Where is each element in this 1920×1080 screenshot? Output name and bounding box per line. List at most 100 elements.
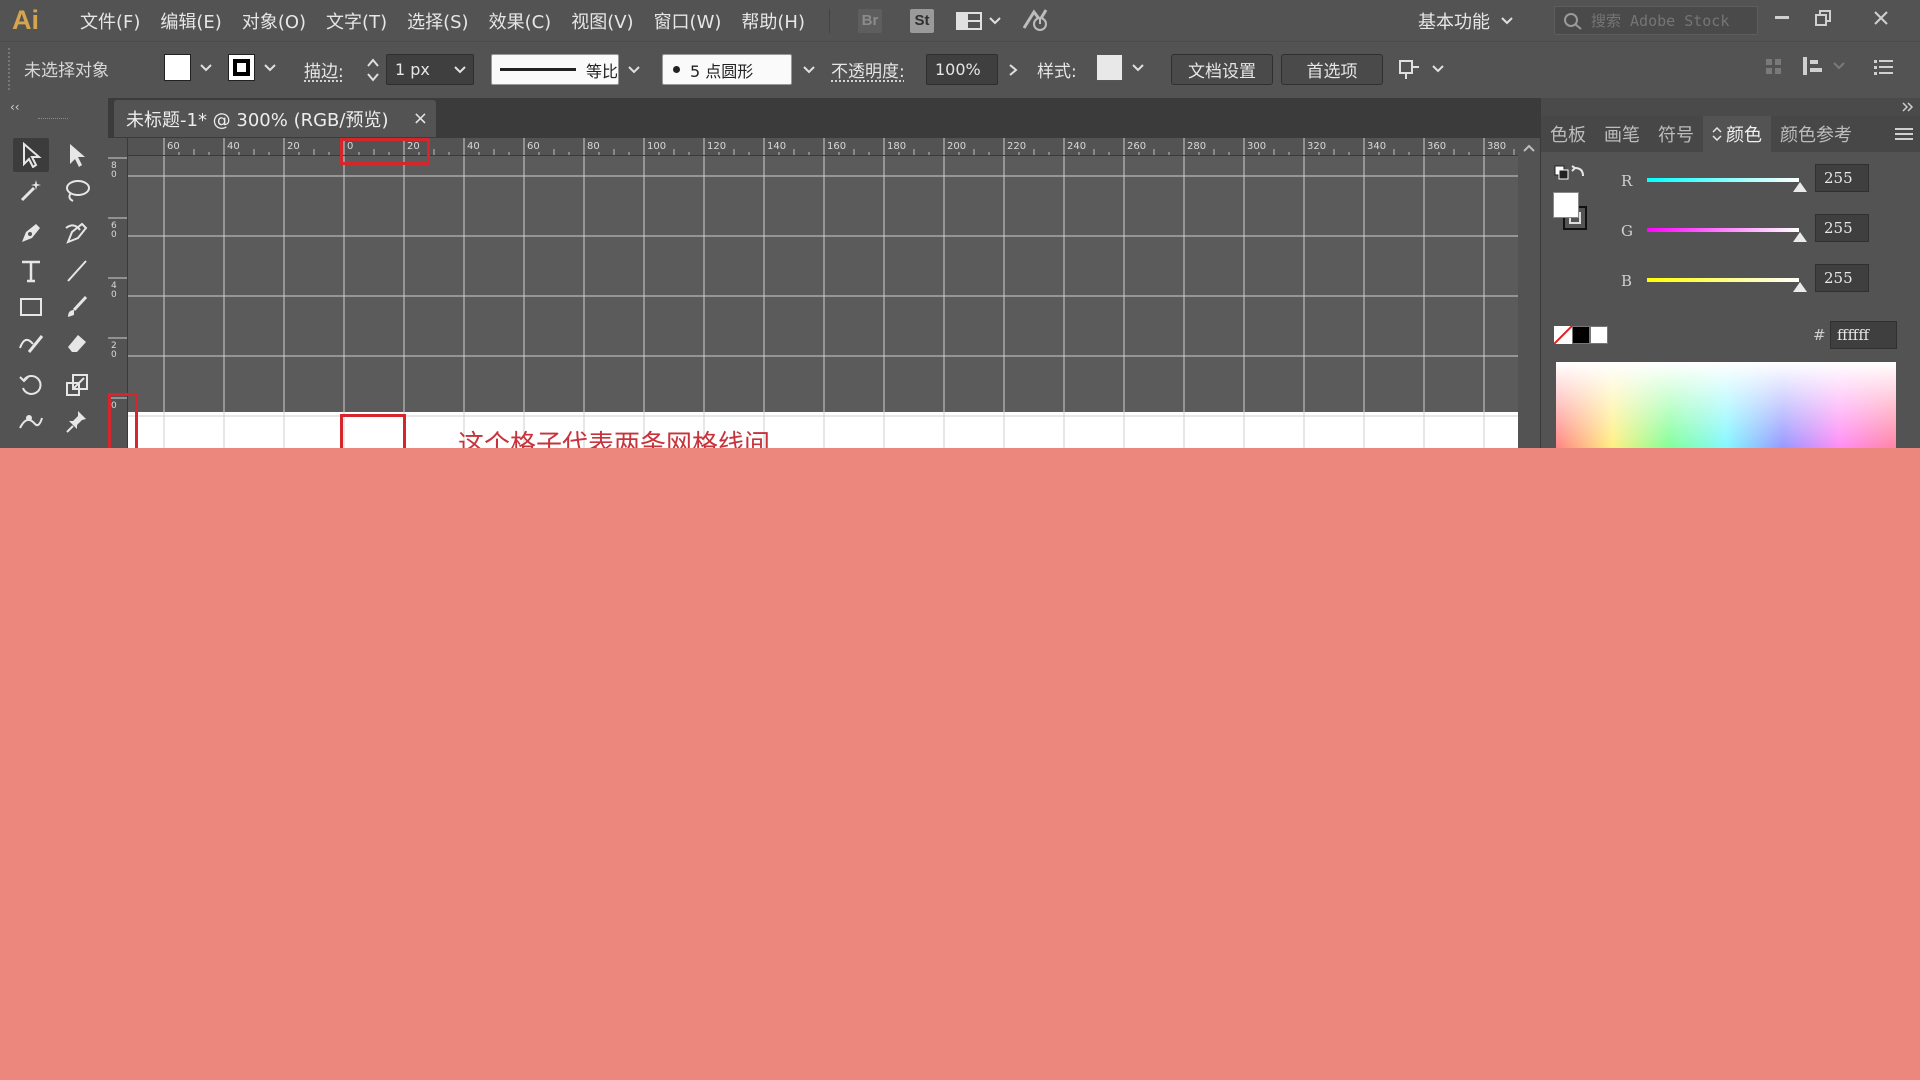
- search-input[interactable]: [1591, 11, 1751, 30]
- rectangle-tool-icon[interactable]: [13, 290, 49, 324]
- scroll-up-icon[interactable]: [1518, 138, 1540, 158]
- black-swatch[interactable]: [1572, 326, 1590, 344]
- tab-swatches[interactable]: 色板: [1541, 116, 1595, 152]
- puppet-warp-tool-icon[interactable]: [13, 404, 49, 438]
- white-swatch[interactable]: [1590, 326, 1608, 344]
- stroke-swatch[interactable]: [228, 54, 255, 81]
- eraser-tool-icon[interactable]: [59, 326, 95, 360]
- blue-value[interactable]: 255: [1815, 264, 1869, 292]
- stroke-width-stepper[interactable]: 1 px: [366, 54, 474, 85]
- minimize-button[interactable]: [1767, 4, 1797, 32]
- stock-icon[interactable]: St: [910, 8, 934, 33]
- style-label: 样式:: [1037, 62, 1077, 82]
- fill-stroke-indicator[interactable]: [1553, 192, 1587, 232]
- arrange-documents-icon[interactable]: [956, 11, 1002, 31]
- swap-fill-stroke-icon[interactable]: [1553, 164, 1587, 190]
- fill-swatch[interactable]: [164, 54, 191, 81]
- direct-selection-tool-icon[interactable]: [59, 138, 95, 172]
- collapse-toolbar-icon[interactable]: ‹‹: [10, 100, 20, 114]
- document-tab[interactable]: 未标题-1* @ 300% (RGB/预览) ×: [114, 100, 436, 137]
- stroke-width-value: 1 px: [395, 60, 430, 79]
- tab-color-guide[interactable]: 颜色参考: [1771, 116, 1861, 152]
- collapse-panels-icon[interactable]: [1901, 101, 1915, 113]
- gpu-performance-icon[interactable]: [1020, 6, 1050, 36]
- menu-edit[interactable]: 编辑(E): [150, 8, 231, 34]
- stepper-arrows-icon[interactable]: [366, 56, 380, 84]
- tab-color[interactable]: 颜色: [1703, 116, 1771, 152]
- canvas-area[interactable]: [128, 156, 1518, 448]
- panel-menu-icon[interactable]: [1895, 127, 1913, 141]
- stroke-profile-dropdown[interactable]: 等比: [491, 54, 641, 85]
- blue-track[interactable]: [1647, 278, 1799, 282]
- line-tool-icon[interactable]: [59, 254, 95, 288]
- ruler-tick-label: 0: [111, 170, 117, 180]
- shaper-tool-icon[interactable]: [13, 326, 49, 360]
- menu-view[interactable]: 视图(V): [561, 8, 643, 34]
- paintbrush-tool-icon[interactable]: [59, 290, 95, 324]
- stock-search-box[interactable]: [1554, 6, 1758, 35]
- menu-select[interactable]: 选择(S): [397, 8, 478, 34]
- stroke-color-control[interactable]: [228, 54, 277, 81]
- workspace-switcher[interactable]: 基本功能: [1418, 8, 1514, 34]
- stroke-label[interactable]: 描边:: [304, 57, 344, 82]
- menu-object[interactable]: 对象(O): [232, 8, 316, 34]
- pen-tool-icon[interactable]: [13, 216, 49, 250]
- menu-type[interactable]: 文字(T): [316, 8, 397, 34]
- rotate-tool-icon[interactable]: [13, 368, 49, 402]
- selection-tool-icon[interactable]: [13, 138, 49, 172]
- tab-symbols[interactable]: 符号: [1649, 116, 1703, 152]
- type-tool-icon[interactable]: [13, 254, 49, 288]
- pin-tool-icon[interactable]: [59, 404, 95, 438]
- green-thumb[interactable]: [1793, 232, 1807, 242]
- menu-window[interactable]: 窗口(W): [644, 8, 732, 34]
- graphic-style-swatch[interactable]: [1096, 54, 1123, 81]
- red-value[interactable]: 255: [1815, 164, 1869, 192]
- stroke-width-field[interactable]: 1 px: [386, 54, 474, 85]
- close-window-button[interactable]: [1866, 4, 1896, 32]
- transform-options[interactable]: [1397, 58, 1445, 80]
- fill-color-control[interactable]: [164, 54, 213, 81]
- preferences-button[interactable]: 首选项: [1281, 54, 1383, 85]
- chevron-right-icon[interactable]: [1008, 63, 1018, 77]
- opacity-value: 100%: [935, 60, 981, 79]
- brush-dropdown[interactable]: 5 点圆形: [662, 54, 816, 85]
- distribute-control[interactable]: [1802, 56, 1846, 76]
- green-slider[interactable]: G 255: [1619, 214, 1879, 242]
- none-swatch-icon[interactable]: [1554, 326, 1572, 344]
- curvature-tool-icon[interactable]: [59, 216, 95, 250]
- scale-tool-icon[interactable]: [59, 368, 95, 402]
- panel-menu-icon[interactable]: [1874, 59, 1894, 75]
- tab-brushes[interactable]: 画笔: [1595, 116, 1649, 152]
- blue-slider[interactable]: B 255: [1619, 264, 1879, 292]
- bridge-icon[interactable]: Br: [858, 8, 882, 33]
- red-slider[interactable]: R 255: [1619, 164, 1879, 192]
- opacity-label[interactable]: 不透明度:: [831, 57, 905, 82]
- green-value[interactable]: 255: [1815, 214, 1869, 242]
- close-tab-icon[interactable]: ×: [413, 108, 428, 129]
- align-grid-icon[interactable]: [1765, 58, 1783, 76]
- lasso-tool-icon[interactable]: [59, 174, 95, 208]
- panel-grip[interactable]: [8, 48, 12, 90]
- horizontal-ruler[interactable]: 60 40 20 0 20 40 60 80 100 120 140 160 180 200 220 240 2…: [128, 138, 1518, 156]
- magic-wand-tool-icon[interactable]: [13, 174, 49, 208]
- color-spectrum[interactable]: [1556, 362, 1896, 448]
- red-thumb[interactable]: [1793, 182, 1807, 192]
- chevron-down-icon: [264, 63, 276, 71]
- menu-file[interactable]: 文件(F): [70, 8, 150, 34]
- hex-color-field[interactable]: [1830, 321, 1897, 349]
- restore-button[interactable]: [1808, 4, 1838, 32]
- menu-help[interactable]: 帮助(H): [731, 8, 815, 34]
- chevron-down-icon: [1132, 63, 1144, 71]
- document-setup-button[interactable]: 文档设置: [1171, 54, 1273, 85]
- ruler-tick-label: 320: [1307, 141, 1326, 152]
- green-track[interactable]: [1647, 228, 1799, 232]
- menu-effect[interactable]: 效果(C): [479, 8, 562, 34]
- vertical-scrollbar[interactable]: [1518, 138, 1540, 448]
- graphic-style-control[interactable]: [1096, 54, 1145, 81]
- toolbar-grip[interactable]: [38, 118, 68, 121]
- workspace-label: 基本功能: [1418, 12, 1490, 33]
- opacity-field[interactable]: 100%: [926, 54, 1018, 85]
- blue-thumb[interactable]: [1793, 282, 1807, 292]
- ruler-tick-label: 60: [527, 141, 540, 152]
- red-track[interactable]: [1647, 178, 1799, 182]
